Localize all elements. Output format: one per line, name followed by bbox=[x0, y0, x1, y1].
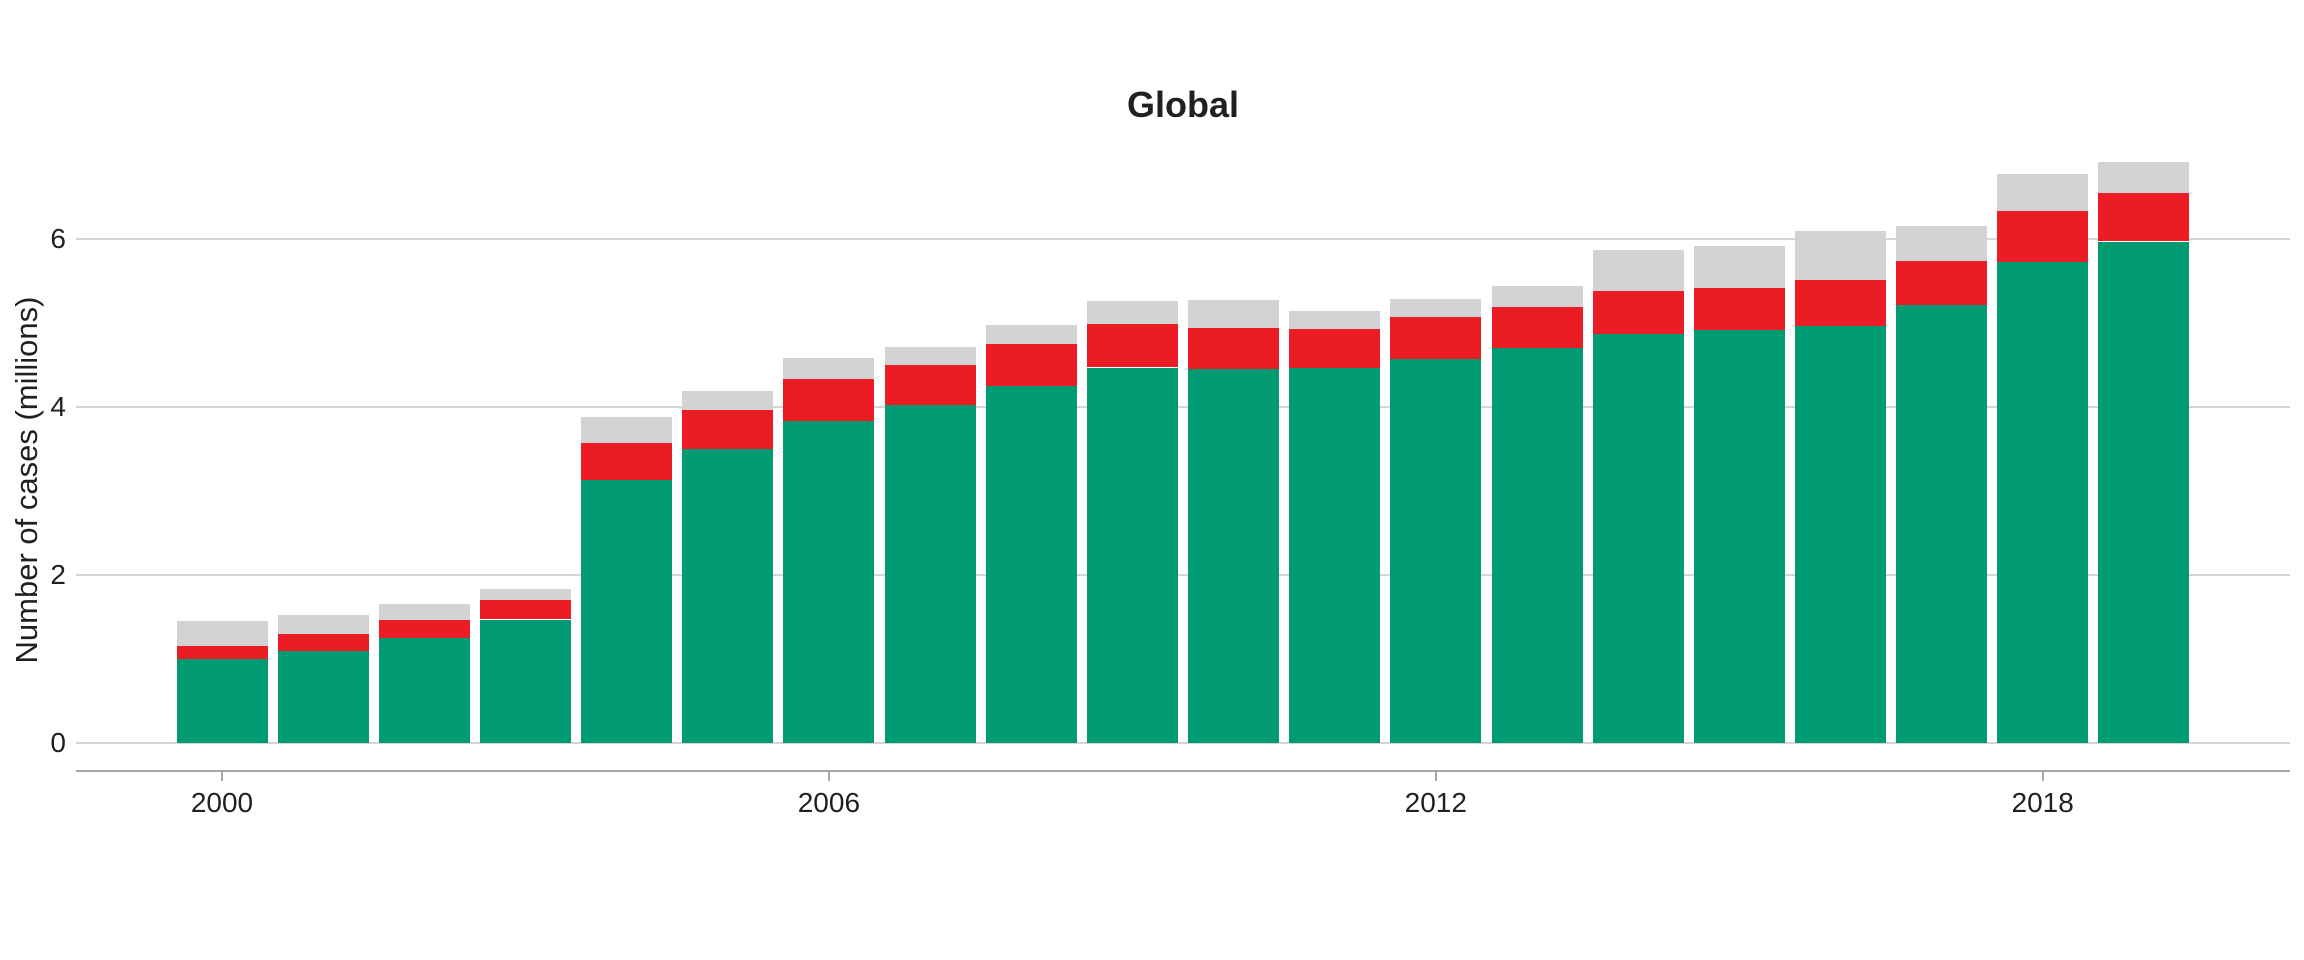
bar-2009-gray-top-segment bbox=[1087, 301, 1178, 324]
x-tick-2012 bbox=[1435, 770, 1437, 781]
bar-2012-gray-top-segment bbox=[1390, 299, 1481, 318]
bar-2014-gray-top-segment bbox=[1593, 250, 1684, 291]
bar-2002-red-middle-segment bbox=[379, 620, 470, 638]
bar-2014-red-middle-segment bbox=[1593, 291, 1684, 334]
bar-2007-gray-top-segment bbox=[885, 347, 976, 365]
bar-2001-red-middle-segment bbox=[278, 634, 369, 651]
y-axis-title: Number of cases (millions) bbox=[9, 297, 45, 664]
bar-2017-green-bottom-segment bbox=[1896, 305, 1987, 743]
bar-2000-green-bottom-segment bbox=[177, 659, 268, 743]
y-tick-label-2: 2 bbox=[0, 561, 66, 589]
bar-2005-red-middle-segment bbox=[682, 410, 773, 450]
bar-2017-red-middle-segment bbox=[1896, 261, 1987, 306]
bar-2001-green-bottom-segment bbox=[278, 651, 369, 743]
bar-2004-gray-top-segment bbox=[581, 417, 672, 443]
bar-2013-gray-top-segment bbox=[1492, 286, 1583, 307]
bar-2007-green-bottom-segment bbox=[885, 405, 976, 743]
chart-canvas: Global Number of cases (millions) 0 2 4 6 20… bbox=[0, 0, 2304, 960]
bar-2018-red-middle-segment bbox=[1997, 211, 2088, 261]
bar-2011-green-bottom-segment bbox=[1289, 368, 1380, 743]
bar-2015-green-bottom-segment bbox=[1694, 330, 1785, 743]
bar-2012-green-bottom-segment bbox=[1390, 359, 1481, 743]
bar-2013-green-bottom-segment bbox=[1492, 348, 1583, 743]
bar-2003-green-bottom-segment bbox=[480, 620, 571, 744]
bar-2011-gray-top-segment bbox=[1289, 311, 1380, 329]
bar-2015-gray-top-segment bbox=[1694, 246, 1785, 288]
bar-2008-red-middle-segment bbox=[986, 344, 1077, 386]
bar-2004-red-middle-segment bbox=[581, 443, 672, 480]
bar-2009-green-bottom-segment bbox=[1087, 368, 1178, 744]
bar-2006-gray-top-segment bbox=[783, 358, 874, 379]
bar-2005-green-bottom-segment bbox=[682, 449, 773, 743]
x-tick-label-2012: 2012 bbox=[1366, 789, 1506, 817]
bar-2019-green-bottom-segment bbox=[2098, 242, 2189, 744]
bar-2000-red-middle-segment bbox=[177, 646, 268, 659]
bar-2005-gray-top-segment bbox=[682, 391, 773, 410]
x-tick-label-2018: 2018 bbox=[1973, 789, 2113, 817]
bar-2019-red-middle-segment bbox=[2098, 193, 2189, 242]
bar-2014-green-bottom-segment bbox=[1593, 334, 1684, 743]
bar-2008-gray-top-segment bbox=[986, 325, 1077, 344]
bar-2018-green-bottom-segment bbox=[1997, 262, 2088, 743]
bar-2016-gray-top-segment bbox=[1795, 231, 1886, 280]
bar-2018-gray-top-segment bbox=[1997, 174, 2088, 212]
bar-2011-red-middle-segment bbox=[1289, 329, 1380, 369]
bar-2015-red-middle-segment bbox=[1694, 288, 1785, 330]
x-axis-line bbox=[76, 770, 2290, 772]
bar-2017-gray-top-segment bbox=[1896, 226, 1987, 260]
bar-2006-red-middle-segment bbox=[783, 379, 874, 421]
bar-2001-gray-top-segment bbox=[278, 615, 369, 634]
bar-2010-red-middle-segment bbox=[1188, 328, 1279, 369]
bar-2008-green-bottom-segment bbox=[986, 386, 1077, 743]
bar-2019-gray-top-segment bbox=[2098, 162, 2189, 193]
bar-2000-gray-top-segment bbox=[177, 621, 268, 645]
bar-2004-green-bottom-segment bbox=[581, 480, 672, 743]
bar-2010-green-bottom-segment bbox=[1188, 369, 1279, 743]
y-tick-label-0: 0 bbox=[0, 729, 66, 757]
x-tick-label-2006: 2006 bbox=[759, 789, 899, 817]
chart-title: Global bbox=[76, 84, 2290, 126]
bar-2016-green-bottom-segment bbox=[1795, 326, 1886, 743]
bar-2010-gray-top-segment bbox=[1188, 300, 1279, 328]
x-tick-2018 bbox=[2042, 770, 2044, 781]
y-tick-label-6: 6 bbox=[0, 225, 66, 253]
bar-2002-green-bottom-segment bbox=[379, 638, 470, 743]
bar-2013-red-middle-segment bbox=[1492, 307, 1583, 348]
bar-2007-red-middle-segment bbox=[885, 365, 976, 405]
bar-2012-red-middle-segment bbox=[1390, 317, 1481, 359]
bar-2016-red-middle-segment bbox=[1795, 280, 1886, 326]
y-tick-label-4: 4 bbox=[0, 393, 66, 421]
x-tick-2006 bbox=[828, 770, 830, 781]
x-tick-2000 bbox=[221, 770, 223, 781]
bar-2003-red-middle-segment bbox=[480, 600, 571, 619]
bar-2003-gray-top-segment bbox=[480, 589, 571, 600]
bar-2002-gray-top-segment bbox=[379, 604, 470, 621]
x-tick-label-2000: 2000 bbox=[152, 789, 292, 817]
bar-2009-red-middle-segment bbox=[1087, 324, 1178, 368]
bar-2006-green-bottom-segment bbox=[783, 421, 874, 743]
